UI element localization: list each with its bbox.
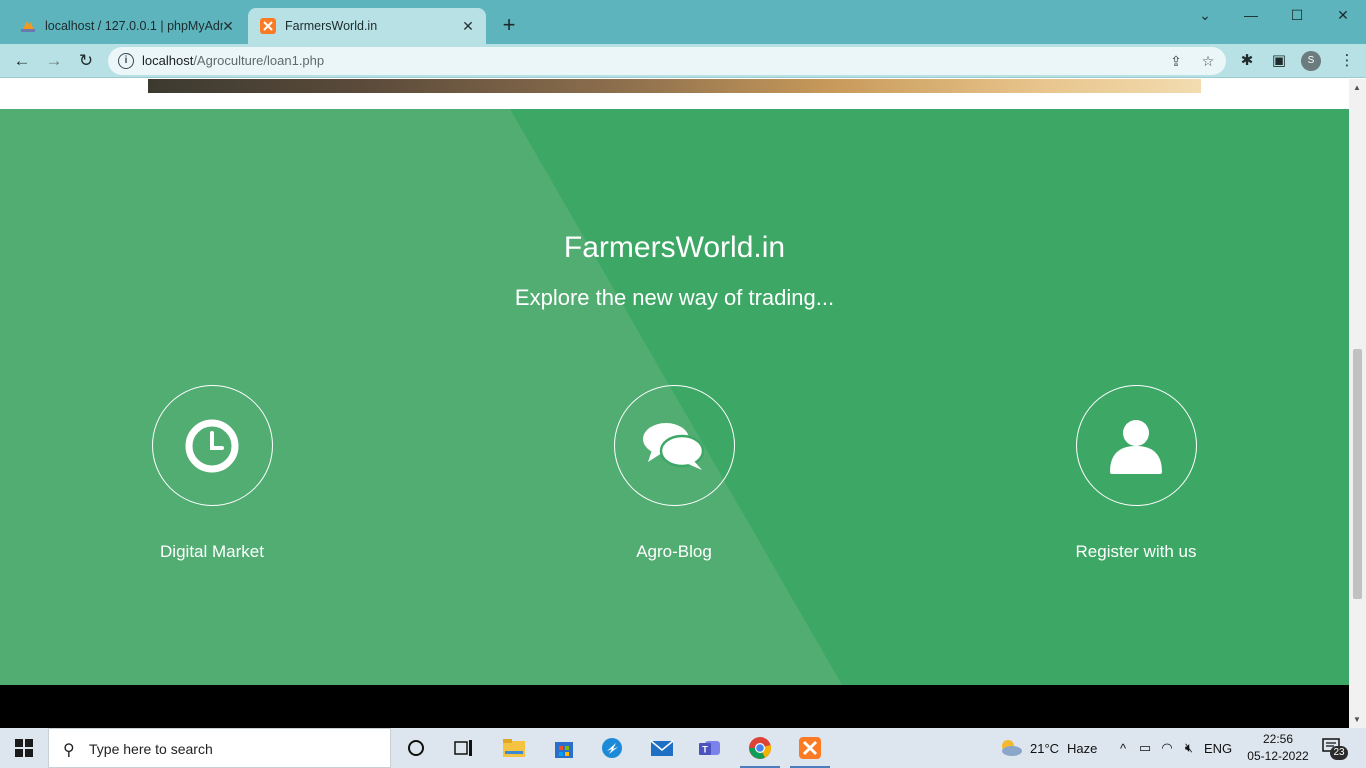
window-close-button[interactable]: ✕ xyxy=(1320,0,1366,30)
task-view-icon xyxy=(454,740,472,756)
weather-widget[interactable]: 21°C Haze xyxy=(996,728,1097,768)
browser-icon xyxy=(602,738,622,758)
url-text: localhost/Agroculture/loan1.php xyxy=(142,53,325,68)
site-info-icon[interactable]: i xyxy=(118,53,134,69)
clock-icon xyxy=(185,419,239,472)
share-icon[interactable]: ⇪ xyxy=(1168,53,1184,69)
feature-label[interactable]: Digital Market xyxy=(102,542,322,562)
feature-circle[interactable] xyxy=(151,385,273,506)
address-bar[interactable]: i localhost/Agroculture/loan1.php ⇪ ☆ xyxy=(108,47,1226,75)
notification-badge: 23 xyxy=(1330,746,1348,760)
tab-search-icon[interactable]: ⌄ xyxy=(1182,0,1228,30)
clock[interactable]: 22:56 05-12-2022 xyxy=(1246,731,1310,765)
scroll-up-icon[interactable]: ▲ xyxy=(1353,83,1361,92)
chevron-up-icon[interactable]: ^ xyxy=(1116,741,1130,756)
edge-button[interactable] xyxy=(588,728,636,768)
page-viewport: FarmersWorld.in Explore the new way of t… xyxy=(0,79,1349,728)
tab-title: FarmersWorld.in xyxy=(285,19,378,33)
tab-farmersworld[interactable]: FarmersWorld.in ✕ xyxy=(248,8,486,44)
extensions-icon[interactable]: ✱ xyxy=(1238,52,1256,70)
browser-tab-strip: localhost / 127.0.0.1 | phpMyAdmi ✕ Farm… xyxy=(0,0,1366,44)
notification-center-button[interactable]: 23 xyxy=(1322,738,1348,760)
brand-title: FarmersWorld.in xyxy=(563,231,786,264)
new-tab-button[interactable]: + xyxy=(498,14,520,36)
weather-temp: 21°C xyxy=(1030,740,1060,756)
windows-icon xyxy=(15,739,33,757)
chrome-button[interactable] xyxy=(736,728,784,768)
minimize-button[interactable]: — xyxy=(1228,0,1274,30)
taskbar: ⚲ Type here to search T 21°C Haze ^ ▭ ◠ … xyxy=(0,728,1366,768)
reload-button[interactable]: ↻ xyxy=(74,49,98,73)
taskbar-search[interactable]: ⚲ Type here to search xyxy=(48,728,391,768)
search-placeholder: Type here to search xyxy=(89,741,213,757)
phpmyadmin-icon xyxy=(20,18,36,34)
maximize-button[interactable]: ☐ xyxy=(1274,0,1320,30)
time: 22:56 xyxy=(1262,732,1294,746)
footer xyxy=(0,685,1349,728)
bookmark-star-icon[interactable]: ☆ xyxy=(1200,53,1216,69)
tab-phpmyadmin[interactable]: localhost / 127.0.0.1 | phpMyAdmi ✕ xyxy=(8,8,246,44)
scroll-down-icon[interactable]: ▼ xyxy=(1353,715,1361,724)
feature-circle[interactable] xyxy=(613,385,735,506)
file-explorer-button[interactable] xyxy=(490,728,538,768)
side-panel-icon[interactable]: ▣ xyxy=(1270,52,1288,70)
feature-digital-market[interactable]: Digital Market xyxy=(102,385,322,562)
feature-label[interactable]: Register with us xyxy=(1026,542,1246,562)
mail-icon xyxy=(650,740,674,756)
feature-register[interactable]: Register with us xyxy=(1026,385,1246,562)
browser-toolbar: ← → ↻ i localhost/Agroculture/loan1.php … xyxy=(0,44,1366,78)
teams-icon: T xyxy=(699,741,720,755)
wifi-icon[interactable]: ◠ xyxy=(1156,740,1178,756)
cortana-icon xyxy=(408,740,424,756)
xampp-icon xyxy=(260,18,276,34)
mail-button[interactable] xyxy=(638,728,686,768)
tab-title: localhost / 127.0.0.1 | phpMyAdmi xyxy=(45,19,223,33)
teams-button[interactable]: T xyxy=(686,728,734,768)
battery-icon[interactable]: ▭ xyxy=(1134,740,1156,756)
svg-text:T: T xyxy=(702,745,708,755)
chrome-icon xyxy=(749,737,771,759)
scrollbar-thumb[interactable] xyxy=(1353,349,1362,599)
features-section: FarmersWorld.in Explore the new way of t… xyxy=(0,109,1349,685)
menu-icon[interactable]: ⋮ xyxy=(1338,52,1356,70)
chat-bubbles-icon xyxy=(643,422,705,470)
hero-image xyxy=(148,79,1201,93)
xampp-button[interactable] xyxy=(786,728,834,768)
start-button[interactable] xyxy=(0,728,48,768)
task-view-button[interactable] xyxy=(440,728,488,768)
feature-circle[interactable] xyxy=(1075,385,1197,506)
forward-button[interactable]: → xyxy=(42,49,66,73)
tray-icons: ^ ▭ ◠ 🔇︎ ENG xyxy=(1116,728,1232,768)
language-indicator[interactable]: ENG xyxy=(1204,741,1232,756)
speaker-muted-icon[interactable]: 🔇︎ xyxy=(1178,740,1200,756)
close-icon[interactable]: ✕ xyxy=(460,18,476,34)
store-icon xyxy=(555,742,573,758)
weather-haze-icon xyxy=(1002,740,1022,756)
xampp-icon xyxy=(799,737,821,759)
close-icon[interactable]: ✕ xyxy=(220,18,236,34)
feature-label[interactable]: Agro-Blog xyxy=(564,542,784,562)
vertical-scrollbar[interactable]: ▲ ▼ xyxy=(1349,79,1366,728)
date: 05-12-2022 xyxy=(1247,749,1309,763)
weather-desc: Haze xyxy=(1067,740,1098,756)
cortana-button[interactable] xyxy=(392,728,440,768)
tagline: Explore the new way of trading... xyxy=(514,285,835,310)
search-icon: ⚲ xyxy=(63,742,75,759)
store-button[interactable] xyxy=(540,728,588,768)
profile-avatar[interactable]: S xyxy=(1301,51,1321,71)
user-icon xyxy=(1110,419,1162,474)
back-button[interactable]: ← xyxy=(10,49,34,73)
folder-icon xyxy=(503,739,525,757)
feature-agro-blog[interactable]: Agro-Blog xyxy=(564,385,784,562)
